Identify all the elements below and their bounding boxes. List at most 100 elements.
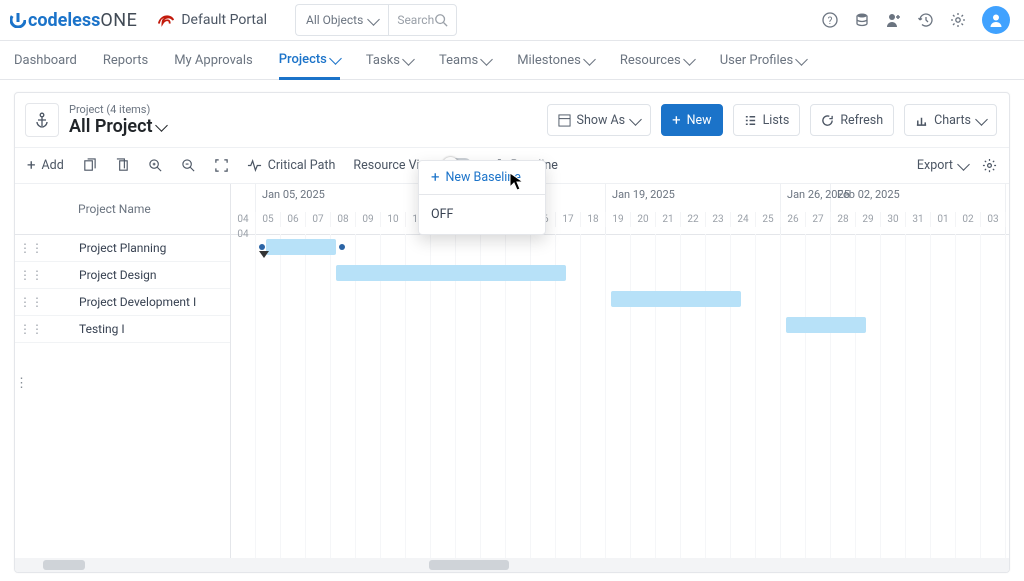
task-bar[interactable] bbox=[336, 265, 566, 281]
chevron-down-icon bbox=[329, 52, 342, 65]
plus-icon: + bbox=[672, 113, 681, 128]
task-row[interactable]: ⋮⋮Testing I bbox=[15, 316, 230, 343]
charts-button[interactable]: Charts bbox=[904, 104, 997, 136]
day-cell: 24 bbox=[731, 212, 756, 227]
day-cell: 05 bbox=[256, 212, 281, 227]
task-row[interactable]: ⋮⋮Project Planning bbox=[15, 235, 230, 262]
page: Project (4 items) All Project Show As +N… bbox=[0, 80, 1024, 581]
gear-icon[interactable] bbox=[950, 12, 966, 28]
chevron-down-icon bbox=[155, 119, 168, 132]
logo[interactable]: codelessONE bbox=[10, 10, 137, 31]
zoom-out-icon[interactable] bbox=[181, 158, 196, 173]
timeline-area[interactable]: Jan 05, 2025 Jan 12, 2025 Jan 19, 2025 J… bbox=[231, 184, 1009, 572]
fit-icon[interactable] bbox=[214, 158, 229, 173]
h-scrollbar[interactable] bbox=[15, 558, 1009, 572]
splitter-handle[interactable]: ⋮ bbox=[15, 376, 23, 392]
day-cell: 19 bbox=[606, 212, 631, 227]
tab-resources[interactable]: Resources bbox=[620, 41, 694, 79]
titles: Project (4 items) All Project bbox=[69, 103, 166, 137]
day-cell: 27 bbox=[806, 212, 831, 227]
export-button[interactable]: Export bbox=[917, 158, 968, 173]
portal-switcher[interactable]: Default Portal bbox=[157, 11, 267, 29]
object-filter-button[interactable]: All Objects bbox=[295, 4, 388, 36]
plus-icon: + bbox=[431, 170, 440, 185]
tab-approvals[interactable]: My Approvals bbox=[174, 41, 253, 79]
day-cell: 06 bbox=[281, 212, 306, 227]
svg-text:?: ? bbox=[828, 16, 833, 27]
pulse-icon bbox=[247, 158, 262, 173]
scroll-thumb[interactable] bbox=[429, 560, 509, 570]
top-icons: ? bbox=[822, 6, 1010, 34]
new-button[interactable]: +New bbox=[661, 104, 722, 136]
header-buttons: Show As +New Lists Refresh Charts bbox=[547, 104, 997, 136]
object-filter: All Objects Search bbox=[295, 4, 457, 36]
user-add-icon[interactable] bbox=[886, 12, 902, 28]
day-cell: 18 bbox=[581, 212, 606, 227]
day-cell: 29 bbox=[856, 212, 881, 227]
scroll-thumb[interactable] bbox=[43, 560, 85, 570]
add-button[interactable]: +Add bbox=[27, 158, 64, 173]
database-icon[interactable] bbox=[854, 12, 870, 28]
paste-icon[interactable] bbox=[115, 158, 130, 173]
user-icon bbox=[988, 12, 1004, 28]
page-subtitle: Project (4 items) bbox=[69, 103, 166, 116]
plus-icon: + bbox=[27, 158, 36, 173]
task-row[interactable]: ⋮⋮Project Design bbox=[15, 262, 230, 289]
milestone-marker-icon bbox=[259, 251, 269, 258]
day-cell: 21 bbox=[656, 212, 681, 227]
day-cell: 31 bbox=[906, 212, 931, 227]
chevron-down-icon bbox=[402, 53, 415, 66]
day-cell: 30 bbox=[881, 212, 906, 227]
drag-handle-icon[interactable]: ⋮⋮ bbox=[15, 295, 47, 309]
day-cell: 26 bbox=[781, 212, 806, 227]
lists-button[interactable]: Lists bbox=[733, 104, 801, 136]
chevron-down-icon bbox=[795, 53, 808, 66]
task-bar[interactable] bbox=[611, 291, 741, 307]
day-cell: 20 bbox=[631, 212, 656, 227]
topbar: codelessONE Default Portal All Objects S… bbox=[0, 0, 1024, 41]
day-cell: 03 bbox=[981, 212, 1006, 227]
milestone-end[interactable] bbox=[339, 244, 345, 250]
show-as-button[interactable]: Show As bbox=[547, 104, 652, 136]
day-cell: 09 bbox=[356, 212, 381, 227]
day-cell: 25 bbox=[756, 212, 781, 227]
help-icon[interactable]: ? bbox=[822, 12, 838, 28]
tab-reports[interactable]: Reports bbox=[103, 41, 148, 79]
timeline-grid bbox=[231, 234, 1009, 572]
tab-milestones[interactable]: Milestones bbox=[517, 41, 594, 79]
drag-handle-icon[interactable]: ⋮⋮ bbox=[15, 322, 47, 336]
gear-icon[interactable] bbox=[982, 158, 997, 173]
refresh-button[interactable]: Refresh bbox=[810, 104, 894, 136]
chevron-down-icon bbox=[957, 158, 970, 171]
tab-dashboard[interactable]: Dashboard bbox=[14, 41, 77, 79]
day-cell: 23 bbox=[706, 212, 731, 227]
card-header: Project (4 items) All Project Show As +N… bbox=[15, 93, 1009, 147]
tab-teams[interactable]: Teams bbox=[439, 41, 491, 79]
layout-icon bbox=[558, 114, 571, 127]
milestone-start[interactable] bbox=[259, 244, 265, 250]
chevron-down-icon bbox=[480, 53, 493, 66]
task-row[interactable]: ⋮⋮Project Development I bbox=[15, 289, 230, 316]
day-cell: 28 bbox=[831, 212, 856, 227]
gantt: Project Name ⋮⋮Project Planning ⋮⋮Projec… bbox=[15, 184, 1009, 572]
critical-path-button[interactable]: Critical Path bbox=[247, 158, 336, 173]
task-bar[interactable] bbox=[786, 317, 866, 333]
page-title[interactable]: All Project bbox=[69, 116, 166, 137]
tab-userprof[interactable]: User Profiles bbox=[720, 41, 807, 79]
tab-tasks[interactable]: Tasks bbox=[366, 41, 413, 79]
drag-handle-icon[interactable]: ⋮⋮ bbox=[15, 241, 47, 255]
chevron-down-icon bbox=[583, 53, 596, 66]
drag-handle-icon[interactable]: ⋮⋮ bbox=[15, 268, 47, 282]
search-input[interactable]: Search bbox=[388, 4, 457, 36]
zoom-in-icon[interactable] bbox=[148, 158, 163, 173]
list-icon bbox=[744, 114, 757, 127]
day-cell: 02 bbox=[956, 212, 981, 227]
new-baseline-item[interactable]: +New Baseline bbox=[419, 161, 545, 194]
copy-icon[interactable] bbox=[82, 158, 97, 173]
tab-projects[interactable]: Projects bbox=[279, 41, 340, 80]
history-icon[interactable] bbox=[918, 12, 934, 28]
avatar[interactable] bbox=[982, 6, 1010, 34]
task-bar[interactable] bbox=[266, 239, 336, 255]
chevron-down-icon bbox=[629, 113, 642, 126]
baseline-off-item[interactable]: OFF bbox=[419, 194, 545, 234]
